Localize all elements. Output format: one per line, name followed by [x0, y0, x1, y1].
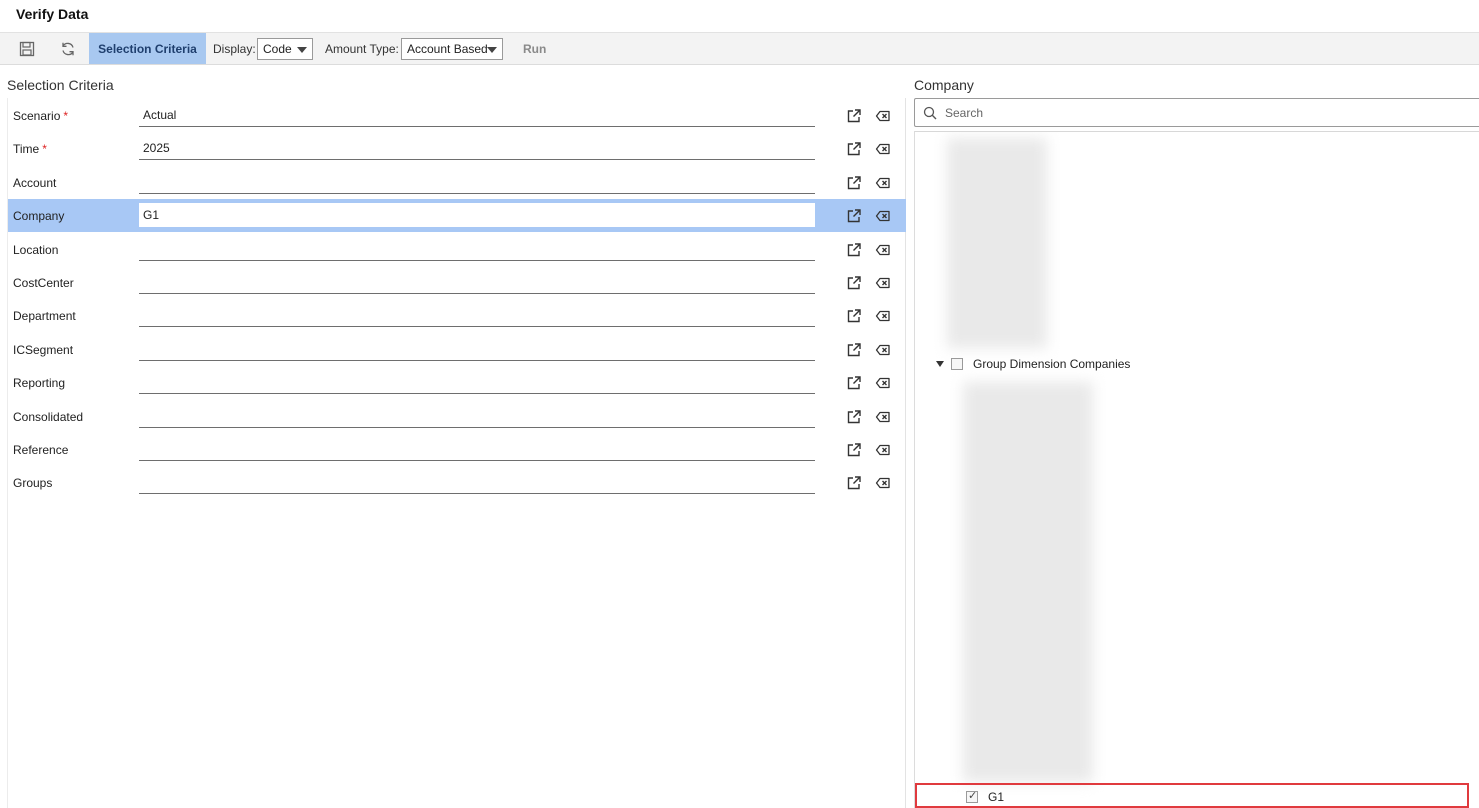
- open-selector-icon[interactable]: [846, 442, 862, 458]
- tab-selection-criteria[interactable]: Selection Criteria: [89, 33, 206, 64]
- company-tree: Group Dimension Companies G1: [914, 131, 1479, 808]
- blurred-content: [947, 138, 1047, 348]
- criteria-label: CostCenter: [13, 276, 74, 290]
- toolbar: Selection Criteria Display: Code Amount …: [0, 32, 1479, 65]
- tree-checkbox[interactable]: [951, 358, 963, 370]
- criteria-value-field[interactable]: G1: [139, 203, 815, 228]
- criteria-label: Reference: [13, 443, 69, 457]
- criteria-label: Time *: [13, 142, 47, 157]
- open-selector-icon[interactable]: [846, 409, 862, 425]
- criteria-value-field[interactable]: [139, 470, 815, 495]
- criteria-row-department[interactable]: Department: [8, 299, 906, 332]
- open-selector-icon[interactable]: [846, 141, 862, 157]
- company-search: [914, 98, 1479, 127]
- open-selector-icon[interactable]: [846, 308, 862, 324]
- clear-icon[interactable]: [875, 475, 891, 491]
- criteria-label: Location: [13, 242, 59, 257]
- save-icon[interactable]: [17, 39, 37, 59]
- page-title: Verify Data: [16, 6, 89, 22]
- open-selector-icon[interactable]: [846, 208, 862, 224]
- criteria-value-field[interactable]: [139, 270, 815, 294]
- open-selector-icon[interactable]: [846, 275, 862, 291]
- criteria-value-field[interactable]: [139, 237, 815, 261]
- amount-type-select[interactable]: Account Based: [401, 38, 503, 60]
- criteria-row-scenario[interactable]: Scenario * Actual: [8, 99, 906, 132]
- criteria-row-groups[interactable]: Groups: [8, 466, 906, 499]
- clear-icon[interactable]: [875, 409, 891, 425]
- chevron-down-icon: [297, 47, 307, 53]
- clear-icon[interactable]: [875, 442, 891, 458]
- highlight-annotation: [915, 783, 1469, 808]
- clear-icon[interactable]: [875, 308, 891, 324]
- open-selector-icon[interactable]: [846, 175, 862, 191]
- criteria-label: Reporting: [13, 376, 66, 391]
- criteria-value-field[interactable]: [139, 404, 815, 428]
- criteria-label: Company: [13, 209, 65, 224]
- criteria-label: Groups: [13, 476, 53, 491]
- tree-node-group-dimension-companies[interactable]: Group Dimension Companies: [936, 357, 1130, 371]
- selection-criteria-panel: Scenario * Actual Time * 2025 Account Company G1…: [7, 98, 906, 808]
- criteria-value-field[interactable]: [139, 437, 815, 461]
- criteria-row-consolidated[interactable]: Consolidated: [8, 400, 906, 433]
- open-selector-icon[interactable]: [846, 375, 862, 391]
- criteria-value-field[interactable]: [139, 170, 815, 194]
- criteria-row-costcenter[interactable]: CostCenter: [8, 266, 906, 299]
- display-label: Display:: [213, 42, 256, 56]
- refresh-icon[interactable]: [58, 39, 78, 59]
- expand-toggle-icon[interactable]: [936, 361, 944, 367]
- blurred-content: [963, 382, 1093, 782]
- open-selector-icon[interactable]: [846, 108, 862, 124]
- run-button[interactable]: Run: [523, 42, 546, 56]
- criteria-row-account[interactable]: Account: [8, 166, 906, 199]
- criteria-label: ICSegment: [13, 342, 74, 357]
- criteria-label: Consolidated: [13, 409, 84, 424]
- clear-icon[interactable]: [875, 108, 891, 124]
- clear-icon[interactable]: [875, 375, 891, 391]
- criteria-row-company[interactable]: Company G1: [8, 199, 906, 233]
- open-selector-icon[interactable]: [846, 475, 862, 491]
- display-select[interactable]: Code: [257, 38, 313, 60]
- clear-icon[interactable]: [875, 141, 891, 157]
- criteria-row-location[interactable]: Location: [8, 233, 906, 266]
- criteria-row-icsegment[interactable]: ICSegment: [8, 333, 906, 366]
- criteria-value-field[interactable]: [139, 337, 815, 361]
- selection-criteria-title: Selection Criteria: [7, 77, 114, 93]
- tree-node-label: Group Dimension Companies: [973, 357, 1131, 371]
- criteria-value-field[interactable]: Actual: [139, 103, 815, 127]
- company-panel-title: Company: [914, 77, 974, 93]
- title-bar: Verify Data: [0, 0, 1479, 32]
- criteria-row-time[interactable]: Time * 2025: [8, 132, 906, 165]
- open-selector-icon[interactable]: [846, 342, 862, 358]
- search-input[interactable]: [945, 104, 1465, 122]
- chevron-down-icon: [487, 47, 497, 53]
- open-selector-icon[interactable]: [846, 242, 862, 258]
- criteria-value-field[interactable]: 2025: [139, 136, 815, 161]
- criteria-row-reference[interactable]: Reference: [8, 433, 906, 466]
- clear-icon[interactable]: [875, 242, 891, 258]
- amount-type-select-value: Account Based: [407, 42, 488, 56]
- criteria-label: Scenario *: [13, 109, 69, 123]
- criteria-label: Account: [13, 175, 57, 190]
- clear-icon[interactable]: [875, 275, 891, 291]
- clear-icon[interactable]: [875, 342, 891, 358]
- amount-type-label: Amount Type:: [325, 42, 399, 56]
- criteria-row-reporting[interactable]: Reporting: [8, 366, 906, 399]
- criteria-label: Department: [13, 309, 76, 324]
- criteria-value-field[interactable]: [139, 370, 815, 395]
- search-icon: [923, 106, 937, 120]
- display-select-value: Code: [263, 42, 292, 56]
- criteria-value-field[interactable]: [139, 303, 815, 328]
- clear-icon[interactable]: [875, 175, 891, 191]
- clear-icon[interactable]: [875, 208, 891, 224]
